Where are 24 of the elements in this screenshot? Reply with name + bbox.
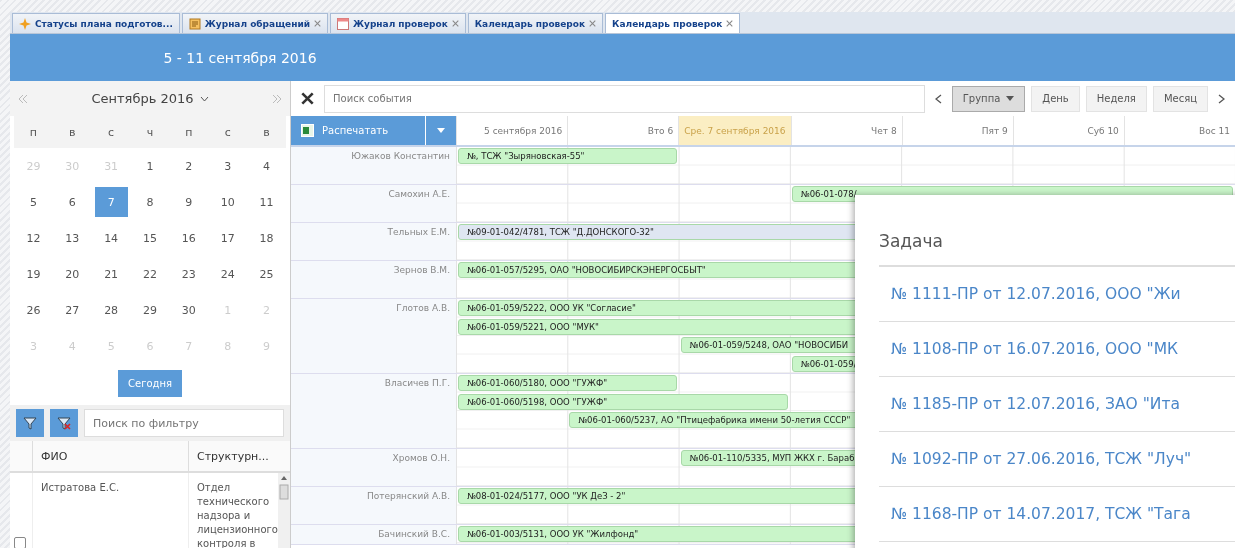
inspector-name: Потерянский А.В. [291,487,456,524]
weekday-label: с [208,116,248,148]
tab-label: Статусы плана подготов... [35,18,173,29]
tab-label: Календарь проверок [612,18,723,29]
tab-label: Журнал обращений [204,18,311,29]
weekday-label: п [169,116,209,148]
inspector-name: Зернов В.М. [291,261,456,298]
inspector-name: Бачинский В.С. [291,525,456,544]
weekday-label: ч [130,116,170,148]
inspector-name: Южаков Константин [291,147,456,184]
weekday-label: п [14,116,53,148]
day-header: Сре. 7 сентября 2016 [678,116,791,145]
weekday-label: в [247,116,286,148]
inspector-name: Власичев П.Г. [291,374,456,448]
inspector-name: Хромов О.Н. [291,449,456,486]
tab-label: Календарь проверок [474,18,586,29]
inspector-name: Глотов А.В. [291,299,456,373]
table-cell: Истратова Е.С. [32,473,188,548]
weekday-label: с [91,116,131,148]
tab-label: Журнал проверок [353,18,448,29]
weekday-label: в [52,116,92,148]
week-title: 5 - 11 сентября 2016 [162,49,318,66]
inspector-name: Самохин А.Е. [291,185,456,222]
inspector-name: Тельных Е.М. [291,223,456,260]
